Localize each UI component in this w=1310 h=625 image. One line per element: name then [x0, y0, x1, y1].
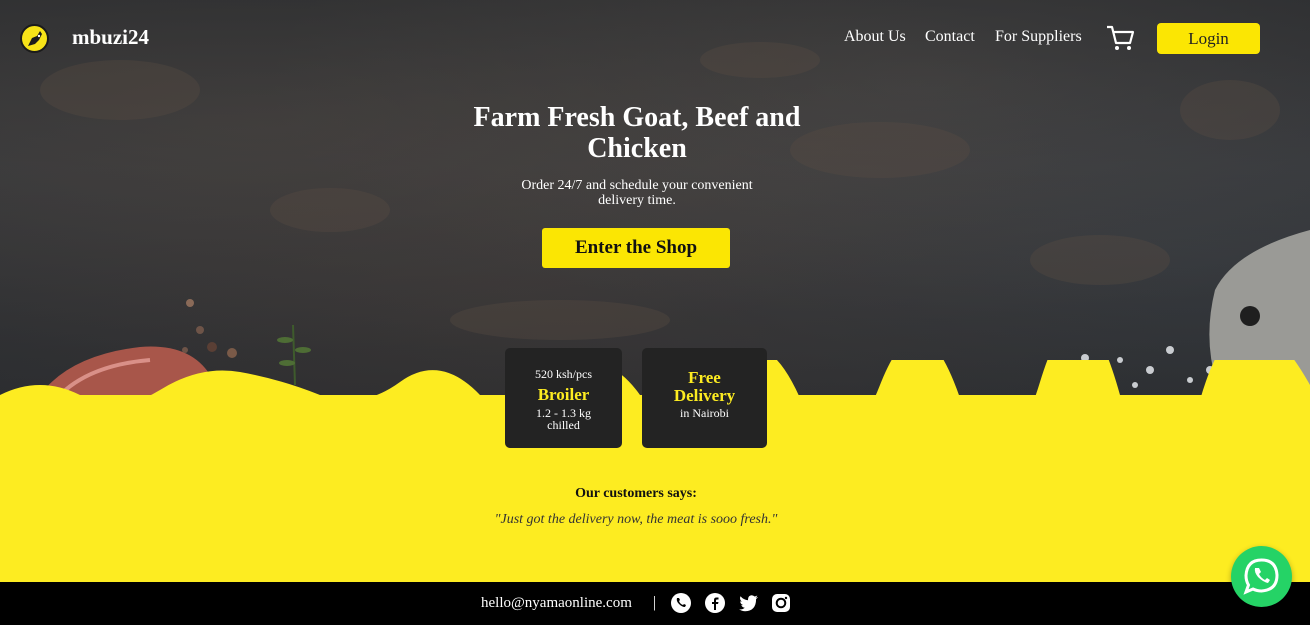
broiler-chilled: chilled	[547, 418, 580, 432]
goat-logo-icon[interactable]	[20, 24, 49, 53]
facebook-icon[interactable]	[704, 592, 726, 614]
login-button[interactable]: Login	[1157, 23, 1260, 54]
shopping-cart-icon[interactable]	[1105, 24, 1135, 52]
footer-email-link[interactable]: hello@nyamaonline.com	[481, 595, 632, 612]
broiler-card[interactable]: 520 ksh/pcs Broiler 1.2 - 1.3 kg chilled	[505, 348, 622, 448]
nav-link-contact[interactable]: Contact	[925, 28, 975, 46]
brand-name[interactable]: mbuzi24	[72, 25, 149, 50]
testimonial-heading: Our customers says:	[575, 486, 697, 501]
top-navigation: mbuzi24 About Us Contact For Suppliers L…	[0, 0, 1310, 76]
hero-title: Farm Fresh Goat, Beef and Chicken	[473, 102, 801, 164]
instagram-icon[interactable]	[770, 592, 792, 614]
broiler-title: Broiler	[537, 385, 590, 404]
whatsapp-icon	[1243, 558, 1279, 595]
twitter-icon[interactable]	[737, 592, 759, 614]
nav-link-for-suppliers[interactable]: For Suppliers	[995, 28, 1082, 46]
free-delivery-card[interactable]: Free Delivery in Nairobi	[642, 348, 767, 448]
nav-link-about-us[interactable]: About Us	[844, 28, 906, 46]
enter-shop-button[interactable]: Enter the Shop	[542, 228, 730, 268]
delivery-area: in Nairobi	[680, 406, 729, 420]
footer: hello@nyamaonline.com |	[0, 582, 1310, 625]
peppercorn-decoration	[182, 299, 237, 358]
footer-separator: |	[653, 594, 657, 611]
hero-subtitle: Order 24/7 and schedule your convenient …	[521, 178, 753, 208]
delivery-label: Delivery	[673, 386, 736, 405]
whatsapp-chat-button[interactable]	[1231, 546, 1292, 607]
testimonial-quote: "Just got the delivery now, the meat is …	[494, 512, 778, 527]
whatsapp-icon[interactable]	[670, 592, 692, 614]
free-label: Free	[688, 368, 721, 387]
broiler-price: 520 ksh/pcs	[535, 367, 592, 381]
